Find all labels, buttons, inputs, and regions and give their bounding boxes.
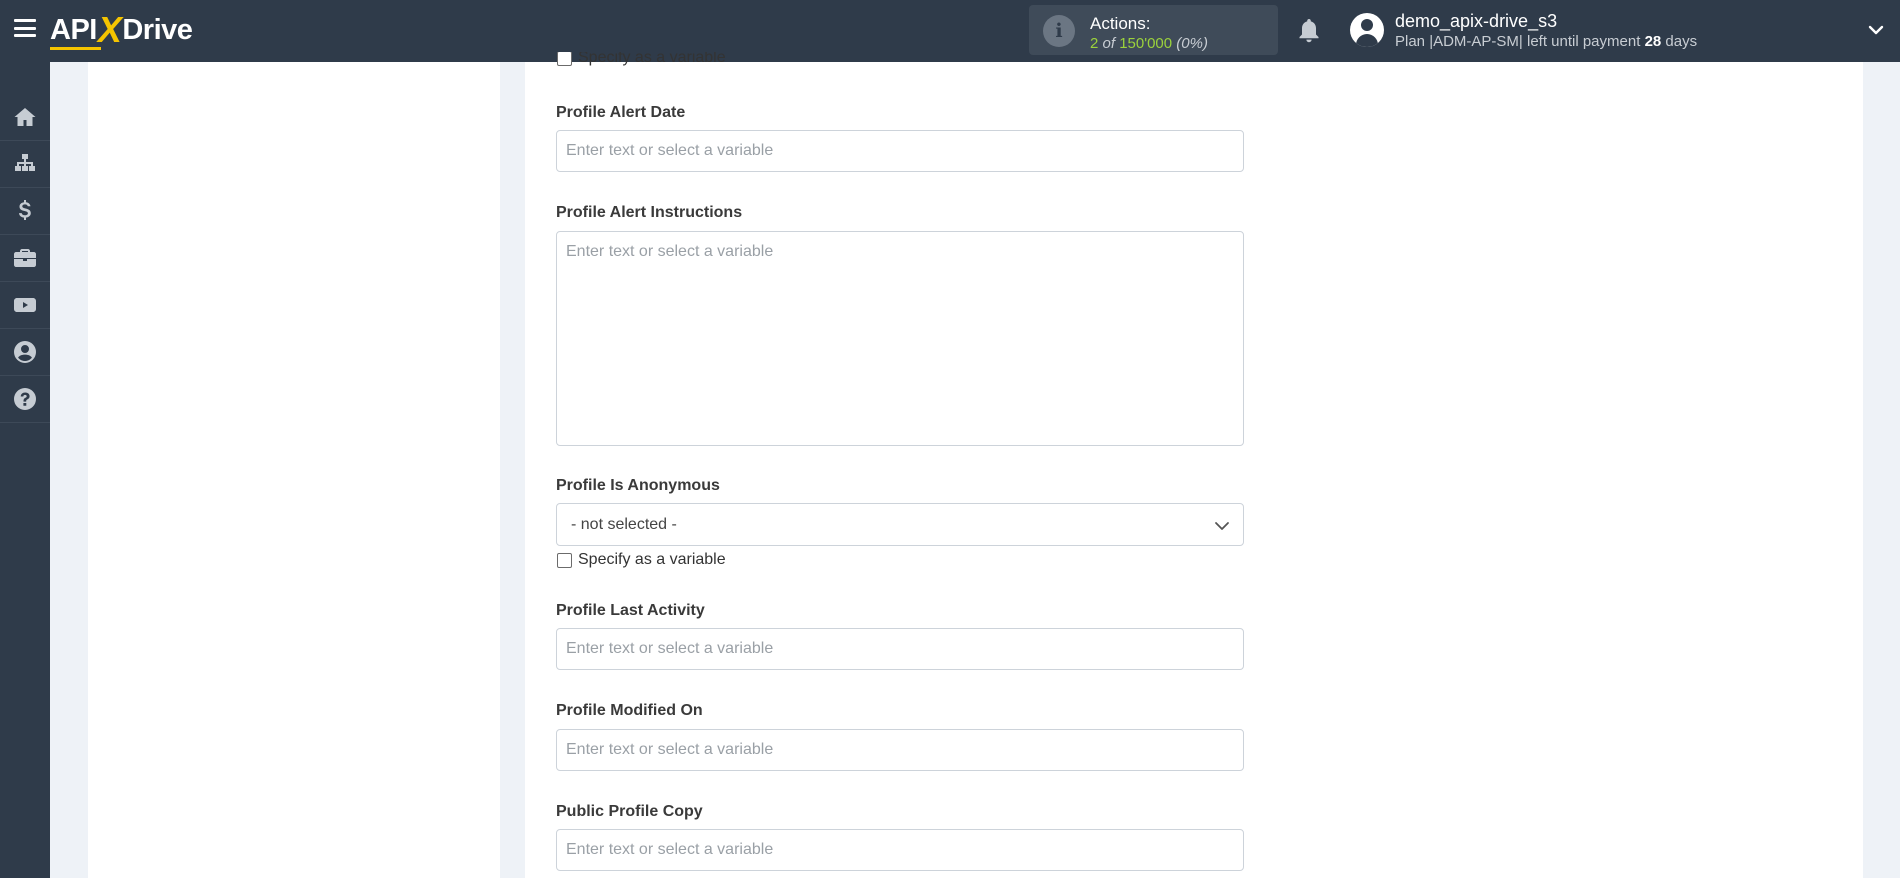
chevron-down-icon[interactable] xyxy=(1868,22,1884,38)
actions-counter: i Actions: 2 of 150'000 (0%) xyxy=(1029,5,1278,55)
sidebar-item-profile[interactable] xyxy=(0,329,50,376)
profile-alert-instructions-label: Profile Alert Instructions xyxy=(556,204,743,221)
public-profile-copy-input[interactable] xyxy=(556,829,1244,871)
user-circle-icon xyxy=(14,341,36,363)
dollar-icon xyxy=(19,200,31,220)
sidebar-item-home[interactable] xyxy=(0,94,50,141)
profile-alert-date-input[interactable] xyxy=(556,130,1244,172)
left-panel xyxy=(88,62,500,878)
select-value: - not selected - xyxy=(571,516,677,533)
sidebar-item-help[interactable] xyxy=(0,376,50,423)
plan-info: Plan |ADM-AP-SM| left until payment 28 d… xyxy=(1395,33,1698,50)
profile-alert-date-label: Profile Alert Date xyxy=(556,104,686,121)
youtube-icon xyxy=(14,298,36,312)
username[interactable]: demo_apix-drive_s3 xyxy=(1395,11,1557,32)
sidebar-item-tools[interactable] xyxy=(0,235,50,282)
checkbox[interactable] xyxy=(557,552,572,568)
top-bar: API X Drive i Actions: 2 of 150'000 (0%) d… xyxy=(0,0,1900,62)
chevron-down-icon xyxy=(1215,522,1229,530)
actions-value: 2 of 150'000 (0%) xyxy=(1090,35,1208,52)
profile-modified-on-label: Profile Modified On xyxy=(556,702,703,719)
bell-icon[interactable] xyxy=(1297,17,1321,45)
checkbox[interactable] xyxy=(557,52,572,66)
public-profile-copy-label: Public Profile Copy xyxy=(556,803,703,820)
apix-drive-logo[interactable]: API X Drive xyxy=(50,9,193,50)
actions-label: Actions: xyxy=(1090,14,1151,33)
sitemap-icon xyxy=(15,154,35,171)
profile-is-anonymous-select[interactable]: - not selected - xyxy=(556,503,1244,546)
briefcase-icon xyxy=(14,249,36,267)
sidebar-item-connections[interactable] xyxy=(0,141,50,188)
specify-variable-checkbox-top[interactable]: Specify as a variable xyxy=(557,52,726,70)
profile-alert-instructions-textarea[interactable] xyxy=(556,231,1244,446)
profile-modified-on-input[interactable] xyxy=(556,729,1244,771)
profile-last-activity-label: Profile Last Activity xyxy=(556,602,705,619)
home-icon xyxy=(14,108,36,126)
avatar[interactable] xyxy=(1350,13,1384,47)
help-icon xyxy=(14,388,36,410)
profile-is-anonymous-label: Profile Is Anonymous xyxy=(556,477,720,494)
sidebar-item-billing[interactable] xyxy=(0,188,50,235)
sidebar xyxy=(0,62,50,878)
profile-last-activity-input[interactable] xyxy=(556,628,1244,670)
specify-variable-checkbox[interactable]: Specify as a variable xyxy=(557,551,726,569)
menu-icon[interactable] xyxy=(14,19,36,37)
info-icon: i xyxy=(1043,15,1075,47)
sidebar-item-video[interactable] xyxy=(0,282,50,329)
